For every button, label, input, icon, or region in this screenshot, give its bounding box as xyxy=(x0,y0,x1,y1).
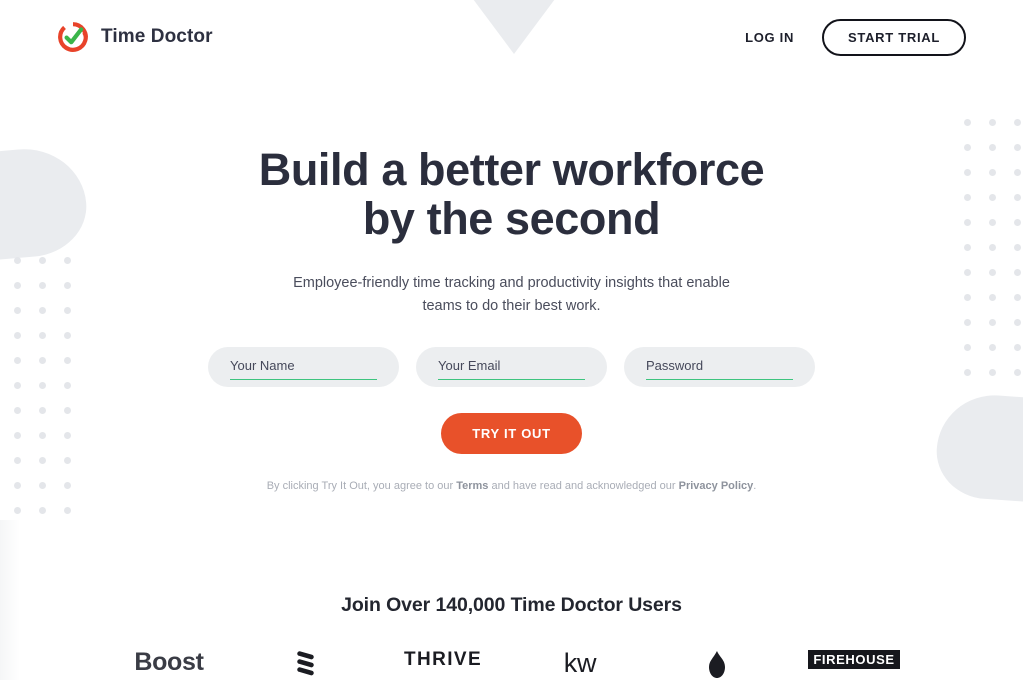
dot-decoration xyxy=(14,507,21,514)
your-name-field-wrapper xyxy=(208,347,399,387)
boost-logo: Boost xyxy=(101,650,238,680)
brand-logo-link[interactable]: Time Doctor xyxy=(57,21,213,53)
hero-title-line-2: by the second xyxy=(362,193,661,244)
thrive-logo: THRIVE xyxy=(375,650,512,680)
start-trial-button[interactable]: START TRIAL xyxy=(822,18,966,56)
hero-subtitle-line-1: Employee-friendly time tracking and prod… xyxy=(293,275,730,291)
thrive-logo-label: THRIVE xyxy=(403,650,483,670)
brand-name: Time Doctor xyxy=(101,26,213,47)
your-email-input[interactable] xyxy=(416,347,607,387)
password-underline xyxy=(646,378,793,380)
your-name-underline xyxy=(230,378,377,380)
social-proof-title: Join Over 140,000 Time Doctor Users xyxy=(341,594,682,616)
firehouse-logo: FIREHOUSE xyxy=(786,650,923,680)
customer-logo-row: Boost THRIVE kw FIREHOUSE xyxy=(0,650,1023,680)
boost-logo-label: Boost xyxy=(134,650,204,676)
cta-wrapper: TRY IT OUT xyxy=(0,413,1023,454)
dot-decoration xyxy=(39,507,46,514)
hero-subtitle: Employee-friendly time tracking and prod… xyxy=(0,272,1023,317)
ericsson-logo xyxy=(238,650,375,680)
hero-title-line-1: Build a better workforce xyxy=(258,144,765,195)
log-in-link[interactable]: LOG IN xyxy=(741,24,798,51)
try-it-out-button[interactable]: TRY IT OUT xyxy=(441,413,582,454)
firehouse-logo-label: FIREHOUSE xyxy=(808,650,900,669)
password-field-wrapper xyxy=(624,347,815,387)
password-input[interactable] xyxy=(624,347,815,387)
keller-williams-logo-label: kw xyxy=(563,650,597,678)
header-actions: LOG IN START TRIAL xyxy=(741,18,966,56)
your-email-field-wrapper xyxy=(416,347,607,387)
page-title: Build a better workforce by the second xyxy=(0,145,1023,243)
legal-prefix: By clicking Try It Out, you agree to our xyxy=(266,480,457,492)
legal-suffix: . xyxy=(753,480,757,492)
hero-subtitle-line-2: teams to do their best work. xyxy=(422,297,601,314)
flame-logo xyxy=(649,650,786,680)
your-name-input[interactable] xyxy=(208,347,399,387)
terms-link[interactable]: Terms xyxy=(456,480,488,492)
social-proof-section: Join Over 140,000 Time Doctor Users Boos… xyxy=(0,594,1023,680)
legal-disclaimer: By clicking Try It Out, you agree to our… xyxy=(0,478,1023,494)
keller-williams-logo: kw xyxy=(512,650,649,680)
time-doctor-check-circle-icon xyxy=(57,21,89,53)
legal-middle: and have read and acknowledged our xyxy=(488,480,679,492)
dot-decoration xyxy=(64,507,71,514)
landing-page: Time Doctor LOG IN START TRIAL Build a b… xyxy=(0,0,1023,680)
signup-form xyxy=(0,347,1023,387)
your-email-underline xyxy=(438,378,585,380)
site-header: Time Doctor LOG IN START TRIAL xyxy=(0,0,1023,74)
privacy-policy-link[interactable]: Privacy Policy xyxy=(679,480,754,492)
hero-section: Build a better workforce by the second E… xyxy=(0,74,1023,494)
